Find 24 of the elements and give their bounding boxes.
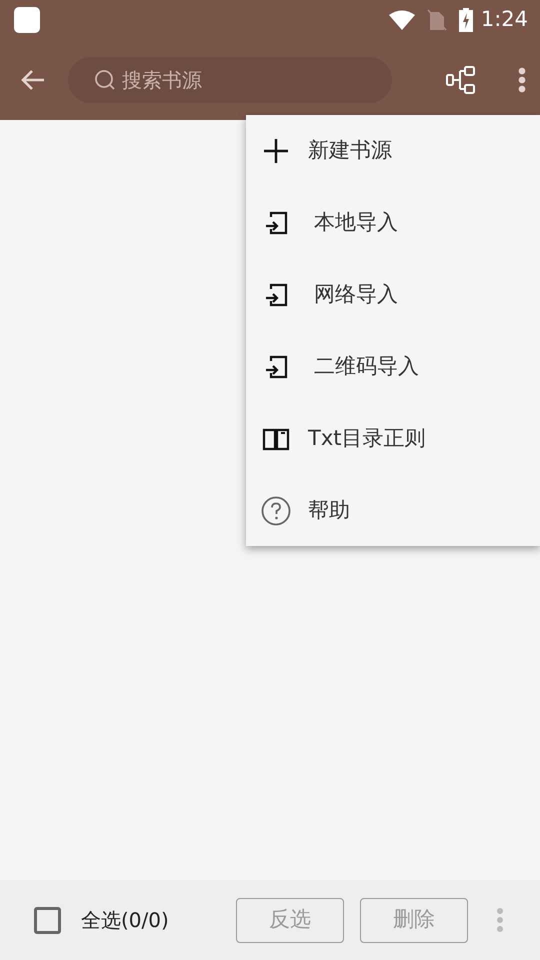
add-icon xyxy=(263,138,289,164)
import-icon xyxy=(263,354,289,380)
select-all-label: 全选(0/0) xyxy=(81,907,169,934)
menu-item[interactable]: 本地导入 xyxy=(246,187,540,259)
more-icon[interactable] xyxy=(518,67,526,93)
menu-item[interactable]: 新建书源 xyxy=(246,115,540,187)
help-icon xyxy=(261,496,291,526)
search-field[interactable]: 搜索书源 xyxy=(68,57,392,103)
import-icon xyxy=(263,210,289,236)
menu-item[interactable]: 二维码导入 xyxy=(246,331,540,403)
status-time: 1:24 xyxy=(480,6,528,34)
import-icon xyxy=(263,282,289,308)
menu-item[interactable]: Txt目录正则 xyxy=(246,403,540,475)
group-icon[interactable] xyxy=(446,66,476,94)
wifi-icon xyxy=(388,10,415,30)
book-icon xyxy=(262,427,290,451)
battery-charging-icon xyxy=(458,8,473,32)
back-icon[interactable] xyxy=(20,68,46,92)
select-all-checkbox[interactable] xyxy=(34,906,61,934)
app-notification-icon xyxy=(14,7,40,33)
search-icon xyxy=(94,69,116,91)
menu-item[interactable]: 帮助 xyxy=(246,475,540,547)
no-sim-icon xyxy=(426,9,447,31)
menu-item[interactable]: 网络导入 xyxy=(246,259,540,331)
